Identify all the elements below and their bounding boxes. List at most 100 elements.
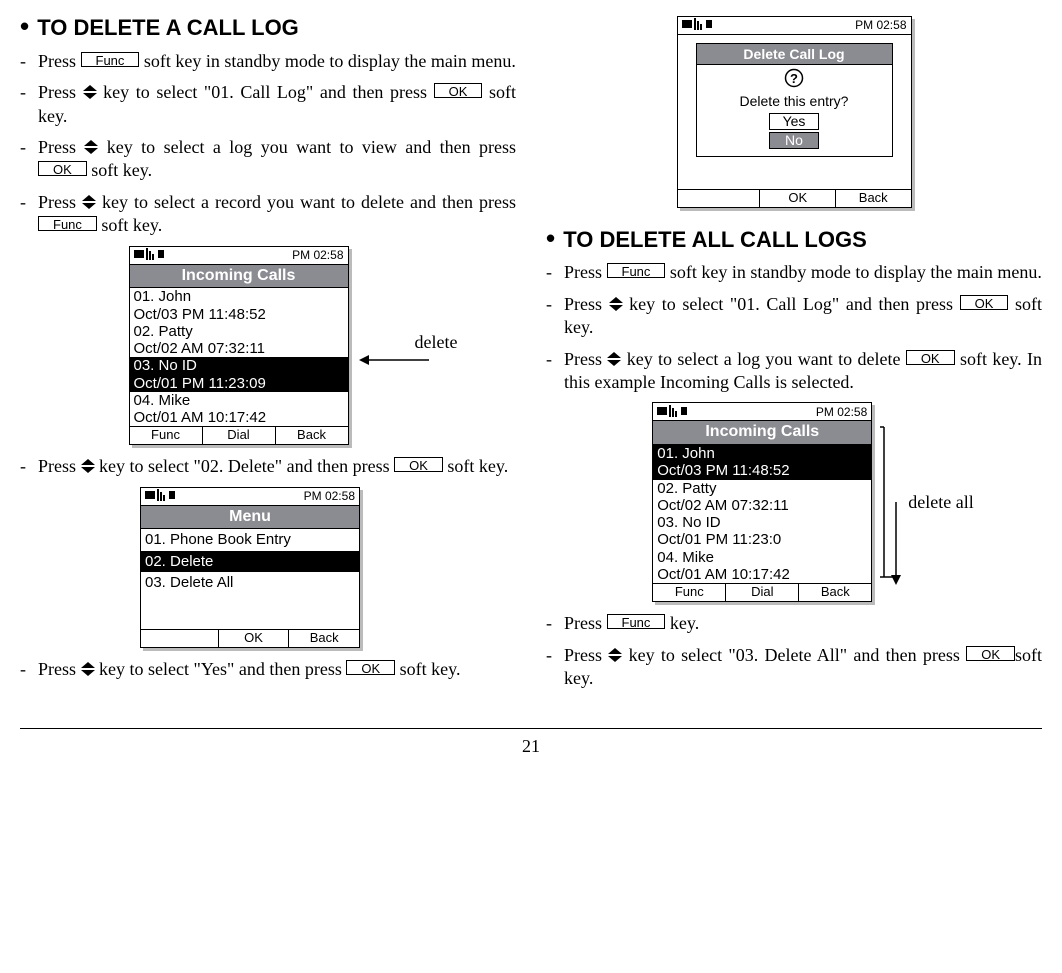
footer-rule (20, 728, 1042, 729)
softkey-ok: OK (394, 457, 443, 472)
phone-screen-menu: PM 02:58 Menu 01. Phone Book Entry 02. D… (20, 487, 516, 649)
step: Press key to select a log you want to de… (546, 348, 1042, 395)
phone-mockup: PM 02:58 Incoming Calls 01. John Oct/03 … (652, 402, 872, 602)
heading-delete-one: • TO DELETE A CALL LOG (20, 10, 516, 44)
dialog-prompt: Delete this entry? (697, 92, 892, 110)
softkey-ok: OK (38, 161, 87, 176)
step: Press key to select "03. Delete All" and… (546, 644, 1042, 691)
softkey-blank (678, 190, 760, 207)
status-icons (145, 489, 185, 505)
softkey-func: Func (81, 52, 140, 67)
steps-delete-one: Press Func soft key in standby mode to d… (20, 50, 516, 238)
dialog-option-yes: Yes (769, 113, 819, 130)
list-item-selected: Oct/03 PM 11:48:52 (653, 462, 871, 479)
confirm-dialog: Delete Call Log ? Delete this entry? Yes… (696, 43, 893, 157)
dialog-option-no: No (769, 132, 819, 149)
phone-screen-dialog: PM 02:58 Menu OK Back Delete Call Log ? … (546, 16, 1042, 208)
softkey-dial-label: Dial (202, 427, 275, 444)
softkey-back-label: Back (835, 190, 911, 207)
softkey-ok: OK (346, 660, 395, 675)
steps-delete-one-3: Press key to select "Yes" and then press… (20, 658, 516, 681)
statusbar: PM 02:58 (678, 17, 911, 35)
nav-key-icon (609, 297, 623, 311)
steps-delete-all: Press Func soft key in standby mode to d… (546, 261, 1042, 394)
softkey-bar: OK Back (678, 189, 911, 207)
heading-delete-all-text: TO DELETE ALL CALL LOGS (563, 227, 867, 252)
phone-screen-incoming: PM 02:58 Incoming Calls 01. John Oct/03 … (20, 246, 516, 446)
softkey-bar: OK Back (141, 629, 359, 647)
softkey-ok-label: OK (218, 630, 289, 647)
statusbar: PM 02:58 (130, 247, 348, 265)
list-item-selected: 03. No ID (130, 357, 348, 374)
softkey-func: Func (607, 263, 666, 278)
list-item: 03. Delete All (141, 572, 359, 593)
status-icons (134, 248, 174, 264)
phone-mockup: PM 02:58 Menu OK Back Delete Call Log ? … (677, 16, 912, 208)
nav-key-icon (84, 140, 98, 154)
right-column: PM 02:58 Menu OK Back Delete Call Log ? … (546, 10, 1042, 698)
svg-text:?: ? (790, 71, 798, 86)
question-icon: ? (697, 68, 892, 92)
clock: PM 02:58 (855, 18, 906, 34)
step: Press key to select a log you want to vi… (20, 136, 516, 183)
softkey-ok: OK (966, 646, 1015, 661)
softkey-back-label: Back (288, 630, 359, 647)
step: Press key to select "02. Delete" and the… (20, 455, 516, 478)
clock: PM 02:58 (292, 248, 343, 264)
annotation-delete-all-label: delete all (908, 491, 973, 514)
left-column: • TO DELETE A CALL LOG Press Func soft k… (20, 10, 516, 698)
clock: PM 02:58 (816, 405, 867, 421)
list-item: Oct/01 AM 10:17:42 (653, 566, 871, 583)
list-item: 02. Patty (653, 480, 871, 497)
heading-delete-one-text: TO DELETE A CALL LOG (37, 15, 299, 40)
list-item: Oct/01 AM 10:17:42 (130, 409, 348, 426)
step: Press Func soft key in standby mode to d… (546, 261, 1042, 284)
phone-screen-incoming-2: PM 02:58 Incoming Calls 01. John Oct/03 … (546, 402, 1042, 602)
list-item: 01. John (130, 288, 348, 305)
softkey-ok: OK (960, 295, 1009, 310)
clock: PM 02:58 (304, 489, 355, 505)
softkey-ok-label: OK (759, 190, 835, 207)
heading-delete-all: • TO DELETE ALL CALL LOGS (546, 222, 1042, 256)
list-item: 04. Mike (130, 392, 348, 409)
step: Press Func soft key in standby mode to d… (20, 50, 516, 73)
list-item-selected: Oct/01 PM 11:23:09 (130, 375, 348, 392)
list-item: Oct/01 PM 11:23:0 (653, 531, 871, 548)
step: Press key to select "Yes" and then press… (20, 658, 516, 681)
list-item: 04. Mike (653, 549, 871, 566)
steps-delete-all-2: Press Func key. Press key to select "03.… (546, 612, 1042, 690)
dialog-title: Delete Call Log (697, 44, 892, 65)
screen-title: Incoming Calls (653, 421, 871, 445)
phone-mockup: PM 02:58 Incoming Calls 01. John Oct/03 … (129, 246, 349, 446)
step: Press key to select "01. Call Log" and t… (20, 81, 516, 128)
screen-body: 01. John Oct/03 PM 11:48:52 02. Patty Oc… (653, 445, 871, 583)
screen-body: 01. John Oct/03 PM 11:48:52 02. Patty Oc… (130, 288, 348, 426)
screen-body: 01. Phone Book Entry 02. Delete 03. Dele… (141, 529, 359, 629)
softkey-back-label: Back (798, 584, 871, 601)
screen-title: Incoming Calls (130, 265, 348, 289)
softkey-blank (141, 630, 218, 647)
softkey-func: Func (607, 614, 666, 629)
list-item: 02. Patty (130, 323, 348, 340)
arrow-icon (359, 353, 429, 367)
nav-key-icon (607, 352, 621, 366)
page-number: 21 (20, 735, 1042, 758)
bracket-arrow-icon (880, 417, 904, 587)
softkey-func: Func (38, 216, 97, 231)
status-icons (657, 405, 697, 421)
list-item: 03. No ID (653, 514, 871, 531)
softkey-bar: Func Dial Back (653, 583, 871, 601)
annotation-delete-all: delete all (880, 417, 973, 587)
list-item: Oct/02 AM 07:32:11 (130, 340, 348, 357)
screen-title: Menu (141, 506, 359, 530)
nav-key-icon (82, 195, 96, 209)
softkey-dial-label: Dial (725, 584, 798, 601)
list-item-selected: 01. John (653, 445, 871, 462)
annotation-delete-label: delete (415, 331, 458, 354)
softkey-ok: OK (906, 350, 955, 365)
page-columns: • TO DELETE A CALL LOG Press Func soft k… (20, 10, 1042, 698)
step: Press Func key. (546, 612, 1042, 635)
softkey-ok: OK (434, 83, 483, 98)
list-item: Oct/02 AM 07:32:11 (653, 497, 871, 514)
softkey-func-label: Func (130, 427, 202, 444)
